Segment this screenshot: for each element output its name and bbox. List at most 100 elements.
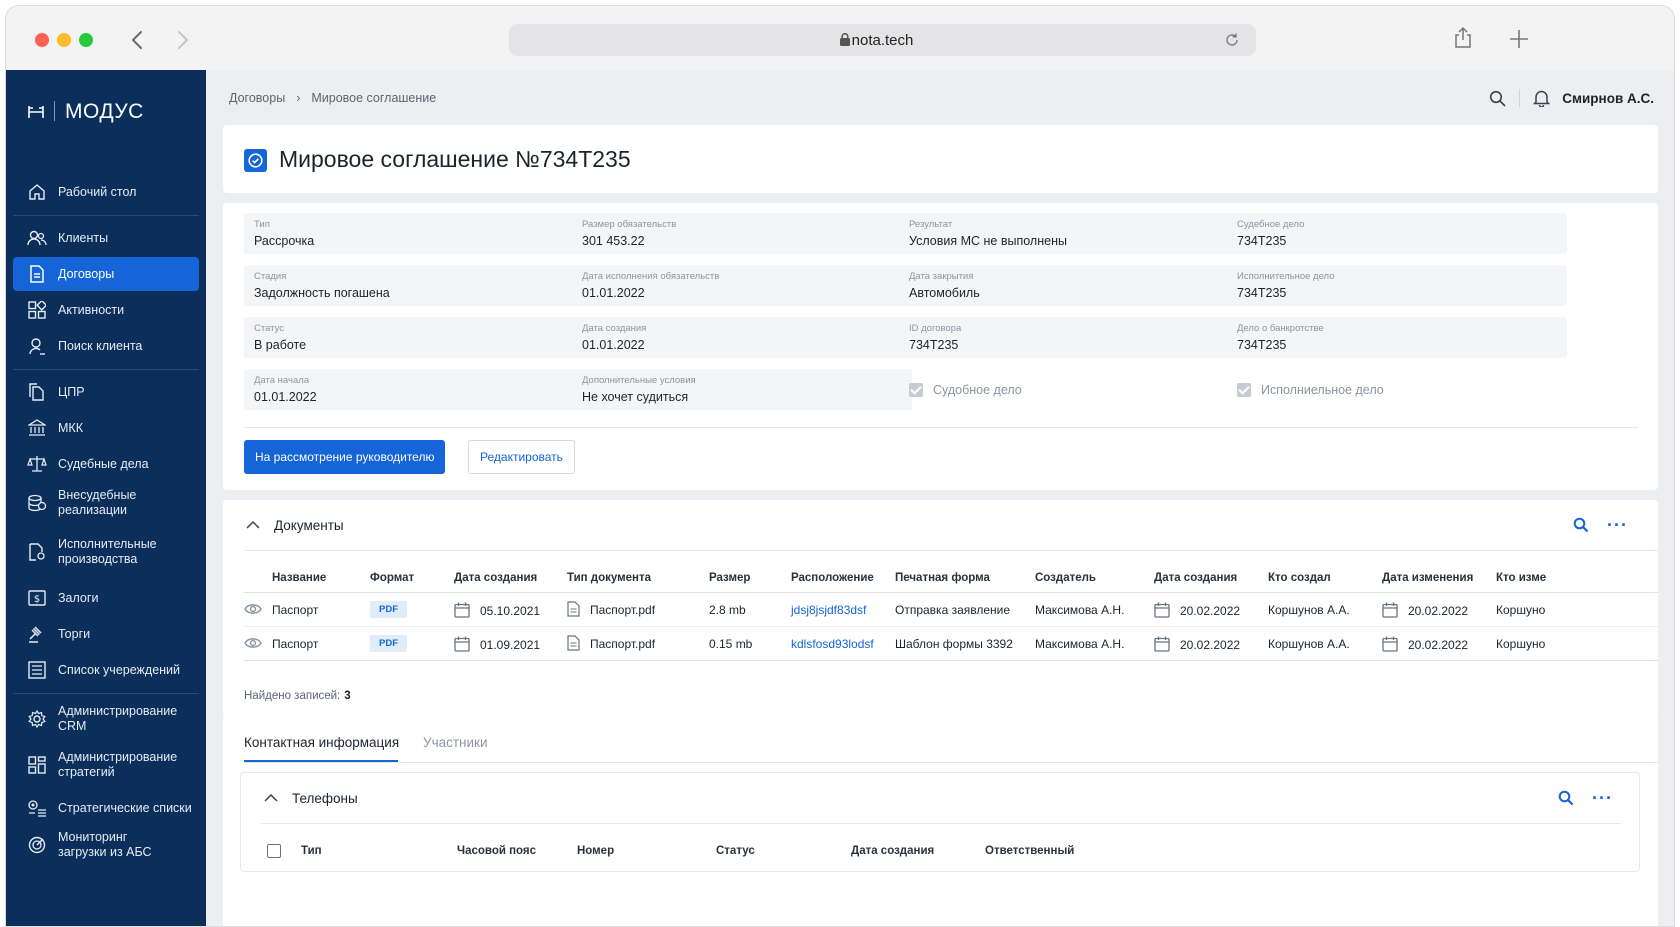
- field-court-case: Судебное дело 734Т235: [1227, 213, 1567, 254]
- more-icon[interactable]: ···: [1592, 789, 1613, 807]
- search-icon[interactable]: [1558, 790, 1574, 806]
- checkbox-checked-icon: [909, 382, 923, 397]
- chevron-up-icon[interactable]: [244, 516, 262, 534]
- sidebar-item-strategy-admin[interactable]: Администрирование стратегий: [13, 745, 199, 785]
- breadcrumb-current: Мировое соглашение: [311, 91, 437, 105]
- gavel-icon: [27, 624, 47, 644]
- minimize-window-button[interactable]: [57, 33, 71, 47]
- phones-header[interactable]: Телефоны: [262, 773, 358, 823]
- sidebar-item-auctions[interactable]: Торги: [13, 617, 199, 651]
- sidebar-item-strategic-lists[interactable]: Стратегические списки: [13, 791, 199, 825]
- table-row[interactable]: Паспорт PDF 05.10.2021 Паспорт.pdf 2.8 m…: [244, 593, 1658, 627]
- search-icon[interactable]: [1573, 517, 1589, 533]
- forward-icon[interactable]: [170, 28, 194, 52]
- more-icon[interactable]: ···: [1607, 516, 1628, 534]
- address-bar[interactable]: nota.tech: [509, 24, 1256, 56]
- eye-icon[interactable]: [244, 602, 262, 616]
- eye-icon[interactable]: [244, 636, 262, 650]
- documents-tools: ···: [1573, 516, 1628, 534]
- sidebar-item-mkk[interactable]: МКК: [13, 411, 199, 445]
- col-status[interactable]: Статус: [716, 845, 755, 857]
- sidebar-item-enforcement[interactable]: Исполнительные производства: [13, 532, 199, 572]
- location-link[interactable]: kdlsfosd93lodsf: [791, 637, 874, 651]
- checkbox-court-case[interactable]: Судобное дело: [899, 369, 1239, 410]
- document-icon: [27, 264, 47, 284]
- location-link[interactable]: jdsj8jsjdf83dsf: [791, 603, 866, 617]
- maximize-window-button[interactable]: [79, 33, 93, 47]
- phones-title: Телефоны: [292, 790, 358, 806]
- users-icon: [27, 228, 47, 248]
- col-print-form[interactable]: Печатная форма: [895, 572, 990, 584]
- field-obligation-size: Размер обязательств 301 453.22: [572, 213, 912, 254]
- sidebar-item-pledges[interactable]: $ Залоги: [13, 581, 199, 615]
- sidebar-item-clients[interactable]: Клиенты: [13, 221, 199, 255]
- sidebar-item-institutions[interactable]: Список учереждений: [13, 653, 199, 687]
- phones-card: Телефоны ··· Тип Часовой пояс Номер Стат…: [240, 772, 1640, 872]
- calendar-icon: [1154, 602, 1170, 618]
- col-created[interactable]: Дата создания: [851, 845, 934, 857]
- col-responsible[interactable]: Ответственный: [985, 845, 1074, 857]
- checkbox-enforcement-case[interactable]: Исполниельное дело: [1227, 369, 1567, 410]
- tab-participants[interactable]: Участники: [423, 735, 488, 750]
- sidebar-item-crm-admin[interactable]: Администрирование CRM: [13, 699, 199, 739]
- reload-icon[interactable]: [1224, 32, 1240, 48]
- col-format[interactable]: Формат: [370, 572, 414, 584]
- documents-header[interactable]: Документы: [244, 500, 344, 550]
- col-modified-by[interactable]: Кто изме: [1496, 572, 1546, 584]
- select-all-checkbox[interactable]: [267, 844, 281, 858]
- pdf-badge: PDF: [370, 635, 407, 652]
- send-to-manager-button[interactable]: На рассмотрение руководителю: [244, 440, 446, 474]
- field-additional-terms: Дополнительные условия Не хочет судиться: [572, 369, 912, 410]
- documents-title: Документы: [274, 517, 344, 533]
- col-created-2[interactable]: Дата создания: [1154, 572, 1237, 584]
- col-modified[interactable]: Дата изменения: [1382, 572, 1473, 584]
- sidebar-item-extrajudicial[interactable]: Внесудебные реализации: [13, 483, 199, 523]
- scales-icon: [27, 454, 47, 474]
- sidebar-item-desktop[interactable]: Рабочий стол: [13, 175, 199, 209]
- sidebar-item-activities[interactable]: Активности: [13, 293, 199, 327]
- field-enforcement-case: Исполнительное дело 734Т235: [1227, 265, 1567, 306]
- edit-button[interactable]: Редактировать: [468, 440, 575, 474]
- field-closing-date: Дата закрытия Автомобиль: [899, 265, 1239, 306]
- bell-icon[interactable]: [1533, 89, 1551, 107]
- table-row[interactable]: Паспорт PDF 01.09.2021 Паспорт.pdf 0.15 …: [244, 627, 1658, 661]
- col-doc-type[interactable]: Тип документа: [567, 572, 651, 584]
- col-timezone[interactable]: Часовой пояс: [457, 845, 536, 857]
- sidebar-item-cpr[interactable]: ЦПР: [13, 375, 199, 409]
- sidebar-item-court-cases[interactable]: Судебные дела: [13, 447, 199, 481]
- col-location[interactable]: Расположение: [791, 572, 874, 584]
- col-created[interactable]: Дата создания: [454, 572, 537, 584]
- col-size[interactable]: Размер: [709, 572, 750, 584]
- file-stamp-icon: [27, 542, 47, 562]
- tab-contact-info[interactable]: Контактная информация: [244, 735, 399, 750]
- sidebar-item-abs-monitoring[interactable]: Мониторинг загрузки из АБС: [13, 825, 199, 865]
- records-found: Найдено записей: 3: [244, 690, 351, 702]
- close-window-button[interactable]: [35, 33, 49, 47]
- home-icon: [27, 182, 47, 202]
- coins-icon: [27, 493, 47, 513]
- col-type[interactable]: Тип: [301, 845, 322, 857]
- share-icon[interactable]: [1453, 26, 1473, 50]
- logo[interactable]: МОДУС: [28, 100, 144, 124]
- svg-text:$: $: [34, 594, 40, 605]
- col-number[interactable]: Номер: [577, 845, 614, 857]
- sidebar-item-contracts[interactable]: Договоры: [13, 257, 199, 291]
- chevron-up-icon[interactable]: [262, 789, 280, 807]
- back-icon[interactable]: [126, 28, 150, 52]
- col-created-by[interactable]: Кто создал: [1268, 572, 1331, 584]
- field-start-date: Дата начала 01.01.2022: [244, 369, 584, 410]
- sidebar-item-client-search[interactable]: Поиск клиента: [13, 329, 199, 363]
- files-icon: [27, 382, 47, 402]
- calendar-icon: [454, 602, 470, 618]
- gear-icon: [27, 709, 47, 729]
- header-tools: Смирнов А.С.: [1489, 87, 1674, 109]
- breadcrumb-contracts[interactable]: Договоры: [229, 91, 285, 105]
- search-icon[interactable]: [1489, 90, 1506, 107]
- col-creator[interactable]: Создатель: [1035, 572, 1096, 584]
- col-name[interactable]: Название: [272, 572, 326, 584]
- new-tab-icon[interactable]: [1508, 28, 1530, 50]
- calendar-icon: [1382, 602, 1398, 618]
- user-name[interactable]: Смирнов А.С.: [1562, 91, 1654, 106]
- field-contract-id: ID договора 734Т235: [899, 317, 1239, 358]
- main-content: Договоры › Мировое соглашение Смирнов А.С.…: [206, 70, 1674, 926]
